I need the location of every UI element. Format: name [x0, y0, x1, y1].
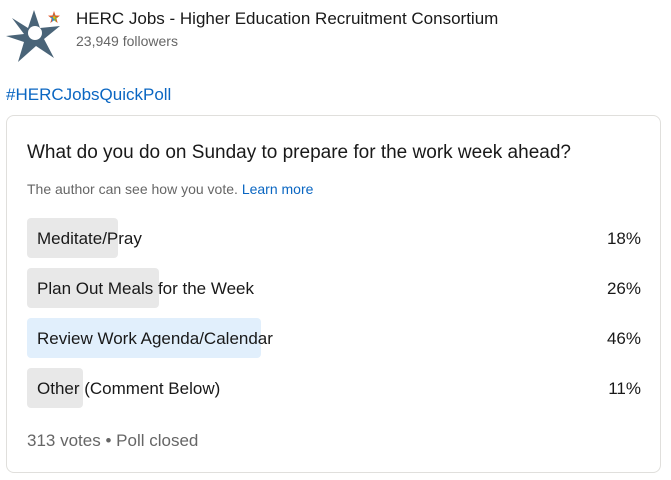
follower-count: 23,949 followers	[76, 33, 178, 49]
poll-card: What do you do on Sunday to prepare for …	[6, 115, 661, 473]
poll-option-percent: 18%	[606, 229, 641, 248]
poll-option: Review Work Agenda/Calendar 46%	[27, 318, 641, 358]
privacy-note-text: The author can see how you vote.	[27, 181, 238, 197]
vote-count: 313 votes	[27, 431, 101, 450]
poll-option-label: Meditate/Pray	[37, 229, 142, 248]
herc-star-logo-icon	[6, 10, 60, 62]
poll-summary: 313 votes • Poll closed	[27, 431, 198, 451]
poll-option-label: Review Work Agenda/Calendar	[37, 329, 273, 348]
hashtag-link[interactable]: #HERCJobsQuickPoll	[6, 85, 171, 105]
company-name[interactable]: HERC Jobs - Higher Education Recruitment…	[76, 9, 498, 29]
learn-more-link[interactable]: Learn more	[242, 181, 314, 197]
poll-option: Plan Out Meals for the Week 26%	[27, 268, 641, 308]
poll-option-percent: 11%	[608, 379, 641, 398]
post-header: HERC Jobs - Higher Education Recruitment…	[4, 6, 664, 66]
separator-dot: •	[105, 431, 117, 450]
company-logo[interactable]	[4, 6, 68, 66]
poll-option-label: Plan Out Meals for the Week	[37, 279, 255, 298]
poll-options: Meditate/Pray 18% Plan Out Meals for the…	[27, 218, 641, 418]
poll-option-label: Other (Comment Below)	[37, 379, 221, 398]
poll-option: Meditate/Pray 18%	[27, 218, 641, 258]
poll-option-percent: 26%	[606, 279, 641, 298]
post-page: HERC Jobs - Higher Education Recruitment…	[0, 0, 671, 480]
poll-option: Other (Comment Below) 11%	[27, 368, 641, 408]
poll-question: What do you do on Sunday to prepare for …	[27, 142, 571, 163]
poll-option-percent: 46%	[606, 329, 641, 348]
poll-privacy-note: The author can see how you vote. Learn m…	[27, 181, 313, 197]
poll-status: Poll closed	[116, 431, 199, 450]
